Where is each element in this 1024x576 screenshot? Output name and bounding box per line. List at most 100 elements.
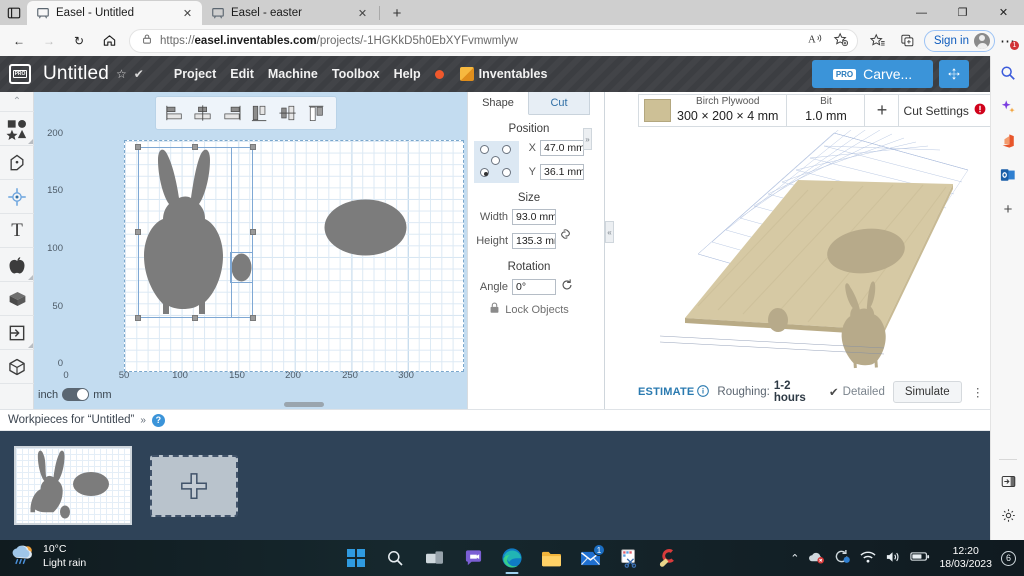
mail-icon[interactable]: 1 xyxy=(577,544,605,571)
tab-shape[interactable]: Shape xyxy=(468,92,529,115)
add-icon[interactable]: + xyxy=(991,192,1024,226)
menu-item-toolbox[interactable]: Toolbox xyxy=(332,67,380,81)
anchor-bottom-right[interactable] xyxy=(502,168,511,177)
fullscreen-icon[interactable] xyxy=(939,60,969,88)
weather-widget[interactable]: 10°C Light rain xyxy=(10,543,86,570)
outlook-icon[interactable] xyxy=(991,158,1024,192)
align-left-icon[interactable] xyxy=(164,102,186,124)
browser-tab-inactive[interactable]: Easel - easter ✕ xyxy=(202,1,377,25)
more-options-icon[interactable]: ⋮ xyxy=(970,385,986,399)
angle-input[interactable]: 0° xyxy=(512,278,556,295)
office-icon[interactable] xyxy=(991,124,1024,158)
favorites-icon[interactable] xyxy=(864,28,892,54)
star-icon[interactable]: ☆ xyxy=(116,67,127,81)
tray-expand-icon[interactable]: ⌃ xyxy=(790,552,799,565)
ccleaner-icon[interactable] xyxy=(655,545,681,571)
menu-item-edit[interactable]: Edit xyxy=(230,67,254,81)
sidebar-toggle-icon[interactable] xyxy=(991,464,1024,498)
microsoft-edge-icon[interactable] xyxy=(499,545,525,571)
reset-rotation-icon[interactable] xyxy=(560,278,574,295)
align-center-horizontal-icon[interactable] xyxy=(192,102,214,124)
link-aspect-icon[interactable] xyxy=(559,226,572,245)
forward-icon[interactable]: → xyxy=(35,28,63,54)
resize-handle-bc[interactable] xyxy=(192,315,198,321)
menu-item-project[interactable]: Project xyxy=(174,67,216,81)
text-tool[interactable]: T xyxy=(0,214,34,248)
wifi-icon[interactable] xyxy=(860,550,876,567)
file-explorer-icon[interactable] xyxy=(538,545,564,571)
resize-handle-br[interactable] xyxy=(250,315,256,321)
tab-list-icon[interactable] xyxy=(0,0,27,25)
egg-shape[interactable] xyxy=(324,199,407,256)
read-aloud-icon[interactable]: A xyxy=(808,32,824,49)
address-bar[interactable]: https://easel.inventables.com/projects/-… xyxy=(129,28,858,53)
close-icon[interactable]: ✕ xyxy=(180,6,195,21)
chevron-down-icon[interactable]: » xyxy=(140,415,146,426)
new-tab-button[interactable]: + xyxy=(384,1,410,25)
workpiece-add-button[interactable] xyxy=(150,454,238,517)
copilot-icon[interactable] xyxy=(991,90,1024,124)
align-bottom-icon[interactable] xyxy=(306,102,328,124)
pen-tool[interactable] xyxy=(0,146,34,180)
x-input[interactable]: 47.0 mm xyxy=(540,140,584,156)
three-d-preview-stage[interactable] xyxy=(638,130,990,371)
import-tool[interactable] xyxy=(0,316,34,350)
volume-icon[interactable] xyxy=(885,550,901,567)
resize-handle-tc[interactable] xyxy=(192,144,198,150)
anchor-center[interactable] xyxy=(491,156,500,165)
help-icon[interactable]: ? xyxy=(151,413,165,427)
notification-center-badge[interactable]: 6 xyxy=(1001,550,1016,566)
browser-essentials-icon[interactable] xyxy=(894,28,922,54)
estimate-link[interactable]: ESTIMATE xyxy=(638,386,694,398)
box-tool[interactable] xyxy=(0,282,34,316)
simulate-button[interactable]: Simulate xyxy=(892,381,962,403)
center-point-tool[interactable] xyxy=(0,180,34,214)
cut-settings-button[interactable]: Cut Settings xyxy=(899,95,990,126)
anchor-top-left[interactable] xyxy=(480,145,489,154)
menu-item-machine[interactable]: Machine xyxy=(268,67,318,81)
align-middle-vertical-icon[interactable] xyxy=(277,102,299,124)
battery-icon[interactable] xyxy=(910,550,930,566)
search-icon[interactable] xyxy=(991,56,1024,90)
gear-icon[interactable] xyxy=(991,498,1024,532)
sign-in-button[interactable]: Sign in xyxy=(923,29,995,52)
info-icon[interactable] xyxy=(697,384,710,400)
anchor-selector[interactable] xyxy=(474,141,519,183)
unit-toggle[interactable]: inch mm xyxy=(38,388,112,401)
close-window-button[interactable]: ✕ xyxy=(983,0,1024,25)
preview-collapse-button[interactable]: « xyxy=(605,221,614,243)
maximize-button[interactable]: ❐ xyxy=(942,0,983,25)
minimize-button[interactable]: — xyxy=(901,0,942,25)
bit-button[interactable]: Bit 1.0 mm xyxy=(787,95,866,126)
resize-handle-bl[interactable] xyxy=(135,315,141,321)
browser-tab-active[interactable]: Easel - Untitled ✕ xyxy=(27,1,202,25)
anchor-top-right[interactable] xyxy=(502,145,511,154)
back-icon[interactable]: ← xyxy=(5,28,33,54)
shapes-tool[interactable] xyxy=(0,112,34,146)
carve-button[interactable]: PRO Carve... xyxy=(812,60,933,88)
material-button[interactable]: Birch Plywood 300 × 200 × 4 mm xyxy=(639,95,788,126)
add-favorite-icon[interactable] xyxy=(833,32,849,50)
resize-handle-tr[interactable] xyxy=(250,144,256,150)
workpiece-thumbnail-1[interactable] xyxy=(14,446,132,525)
clock[interactable]: 12:20 18/03/2023 xyxy=(939,545,992,570)
height-input[interactable]: 135.3 mm xyxy=(512,233,556,249)
task-view-icon[interactable] xyxy=(421,545,447,571)
resize-handle-tl[interactable] xyxy=(135,144,141,150)
properties-collapse-button[interactable]: » xyxy=(583,128,592,150)
inventables-link[interactable]: Inventables xyxy=(459,67,547,81)
add-bit-button[interactable]: + xyxy=(865,95,900,126)
width-input[interactable]: 93.0 mm xyxy=(512,209,556,225)
close-icon[interactable]: ✕ xyxy=(355,6,370,21)
menu-item-help[interactable]: Help xyxy=(394,67,421,81)
horizontal-scrollbar[interactable] xyxy=(284,402,324,407)
update-icon[interactable] xyxy=(834,549,851,567)
easel-pro-logo[interactable]: PRO xyxy=(9,64,31,84)
onedrive-icon[interactable] xyxy=(808,550,825,567)
home-icon[interactable] xyxy=(95,28,123,54)
work-area[interactable] xyxy=(124,140,464,372)
lock-objects-row[interactable]: Lock Objects xyxy=(468,302,590,317)
anchor-bottom-left[interactable] xyxy=(480,168,489,177)
start-button[interactable] xyxy=(343,545,369,571)
resize-handle-mr[interactable] xyxy=(250,229,256,235)
